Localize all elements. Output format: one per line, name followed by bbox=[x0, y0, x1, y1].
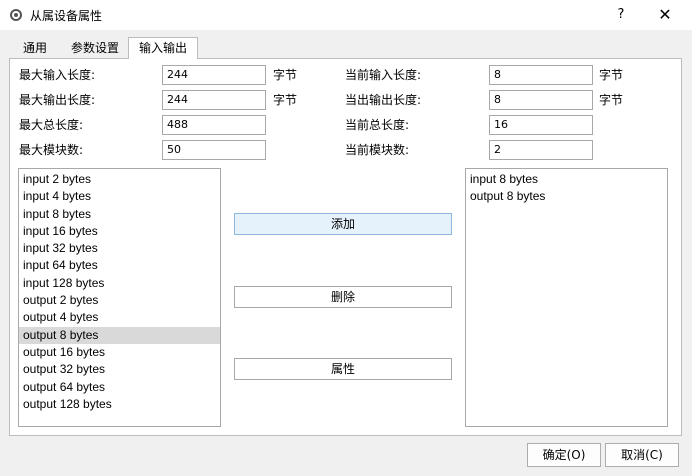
list-item[interactable]: output 4 bytes bbox=[19, 309, 220, 326]
close-button[interactable]: ✕ bbox=[654, 3, 676, 27]
list-item[interactable]: output 2 bytes bbox=[19, 292, 220, 309]
max-total-length-label: 最大总长度: bbox=[19, 118, 84, 132]
tab-input-output[interactable]: 输入输出 bbox=[128, 37, 198, 59]
list-item[interactable]: input 16 bytes bbox=[19, 223, 220, 240]
list-item[interactable]: input 8 bytes bbox=[19, 206, 220, 223]
cancel-button[interactable]: 取消(C) bbox=[605, 443, 679, 467]
list-item[interactable]: input 128 bytes bbox=[19, 275, 220, 292]
current-input-length-label: 当前输入长度: bbox=[345, 68, 422, 82]
max-input-length-unit: 字节 bbox=[273, 68, 298, 82]
title-bar: 从属设备属性 ? ✕ bbox=[0, 0, 692, 30]
available-modules-list[interactable]: input 2 bytes input 4 bytes input 8 byte… bbox=[18, 168, 221, 427]
list-item[interactable]: input 64 bytes bbox=[19, 257, 220, 274]
current-modules-label: 当前模块数: bbox=[345, 143, 410, 157]
list-item[interactable]: output 128 bytes bbox=[19, 396, 220, 413]
configured-modules-list[interactable]: input 8 bytes output 8 bytes bbox=[465, 168, 668, 427]
list-item[interactable]: output 8 bytes bbox=[466, 188, 667, 205]
current-output-length-label: 当出输出长度: bbox=[345, 93, 422, 107]
help-button[interactable]: ? bbox=[611, 4, 631, 26]
tab-parameter-settings[interactable]: 参数设置 bbox=[66, 38, 124, 58]
gear-icon bbox=[10, 9, 22, 21]
max-total-length-field[interactable]: 488 bbox=[162, 115, 266, 135]
list-item[interactable]: input 32 bytes bbox=[19, 240, 220, 257]
current-input-length-field[interactable]: 8 bbox=[489, 65, 593, 85]
list-item[interactable]: output 32 bytes bbox=[19, 361, 220, 378]
current-modules-field[interactable]: 2 bbox=[489, 140, 593, 160]
ok-button[interactable]: 确定(O) bbox=[527, 443, 601, 467]
current-total-length-field[interactable]: 16 bbox=[489, 115, 593, 135]
add-button[interactable]: 添加 bbox=[234, 213, 452, 235]
max-modules-field[interactable]: 50 bbox=[162, 140, 266, 160]
max-output-length-label: 最大输出长度: bbox=[19, 93, 96, 107]
list-item[interactable]: input 2 bytes bbox=[19, 171, 220, 188]
max-output-length-field[interactable]: 244 bbox=[162, 90, 266, 110]
max-output-length-unit: 字节 bbox=[273, 93, 298, 107]
list-item[interactable]: output 8 bytes bbox=[19, 326, 220, 344]
current-total-length-label: 当前总长度: bbox=[345, 118, 410, 132]
current-output-length-unit: 字节 bbox=[599, 93, 624, 107]
current-input-length-unit: 字节 bbox=[599, 68, 624, 82]
current-output-length-field[interactable]: 8 bbox=[489, 90, 593, 110]
list-item[interactable]: output 64 bytes bbox=[19, 379, 220, 396]
max-modules-label: 最大模块数: bbox=[19, 143, 84, 157]
list-item[interactable]: input 4 bytes bbox=[19, 188, 220, 205]
properties-button[interactable]: 属性 bbox=[234, 358, 452, 380]
window-title: 从属设备属性 bbox=[30, 9, 103, 23]
list-item[interactable]: input 8 bytes bbox=[466, 171, 667, 188]
list-item[interactable]: output 16 bytes bbox=[19, 344, 220, 361]
delete-button[interactable]: 删除 bbox=[234, 286, 452, 308]
max-input-length-label: 最大输入长度: bbox=[19, 68, 96, 82]
tab-general[interactable]: 通用 bbox=[19, 38, 51, 58]
max-input-length-field[interactable]: 244 bbox=[162, 65, 266, 85]
